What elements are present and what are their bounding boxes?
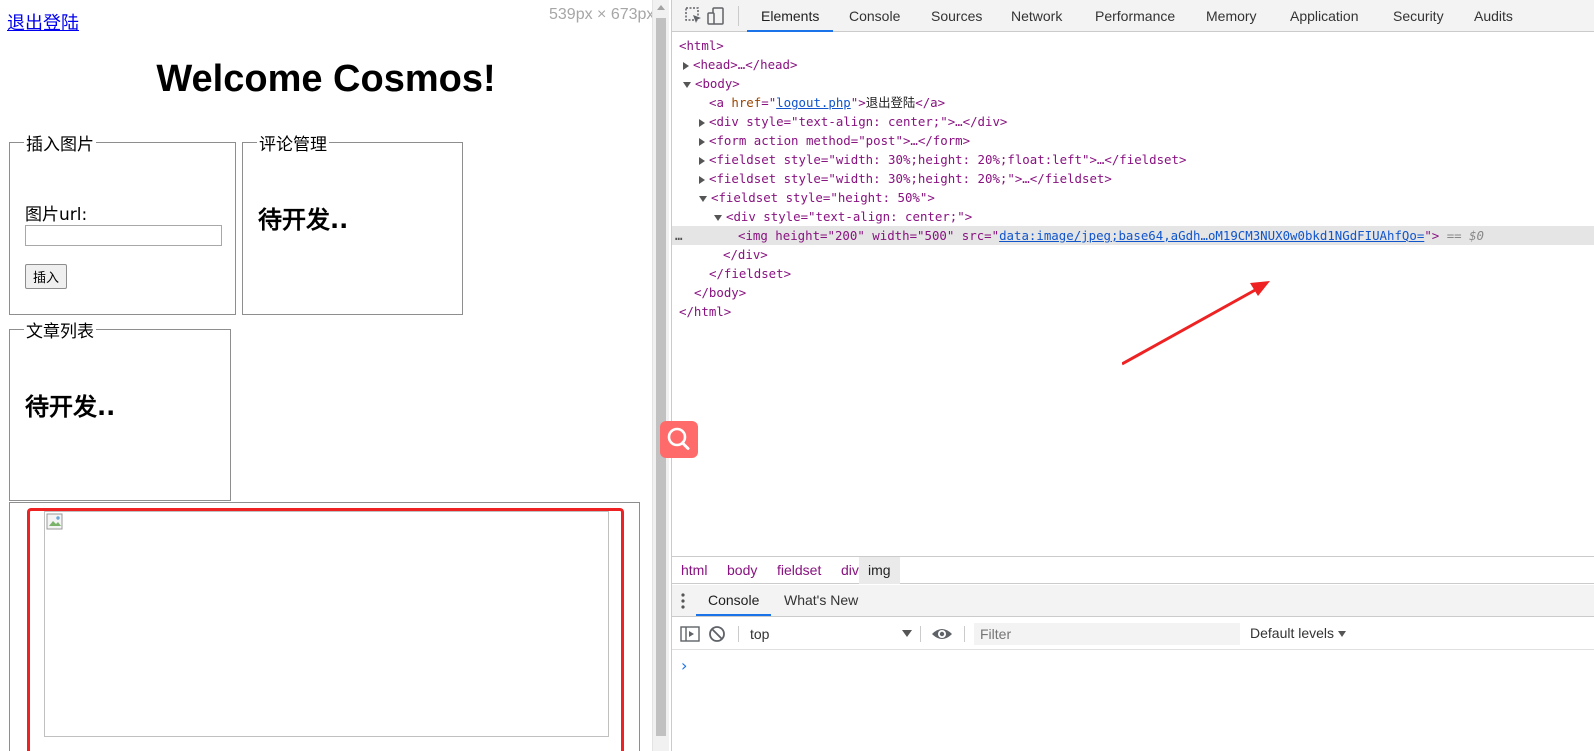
console-toolbar: top Default levels (672, 618, 1594, 650)
console-input-area[interactable]: › (672, 651, 1594, 751)
logout-link[interactable]: 退出登陆 (7, 9, 79, 35)
insert-image-fieldset: 插入图片 图片url: 插入 (9, 130, 236, 315)
tab-memory[interactable]: Memory (1192, 0, 1271, 32)
dom-node-fieldset-3[interactable]: <fieldset style="height: 50%"> (699, 188, 935, 207)
comment-pending-text: 待开发.. (258, 206, 349, 234)
collapse-arrow-icon[interactable] (683, 81, 691, 88)
img-src-link[interactable]: data:image/jpeg;base64,aGdh…oM19CM3NUX0w… (999, 228, 1424, 243)
article-list-fieldset: 文章列表 待开发.. (9, 317, 231, 501)
dom-node-fieldset-1[interactable]: <fieldset style="width: 30%;height: 20%;… (699, 150, 1186, 169)
eye-icon[interactable] (931, 626, 953, 642)
drawer-tab-whats-new[interactable]: What's New (772, 585, 870, 616)
drawer-tab-console[interactable]: Console (696, 585, 772, 616)
article-list-legend: 文章列表 (26, 322, 94, 342)
log-levels-dropdown[interactable]: Default levels (1250, 625, 1347, 641)
dom-node-inner-div[interactable]: <div style="text-align: center;"> (714, 207, 972, 226)
tab-network[interactable]: Network (997, 0, 1076, 32)
articles-pending-text: 待开发.. (25, 393, 116, 421)
scrollbar-thumb[interactable] (656, 18, 666, 736)
prompt-chevron-icon: › (681, 656, 688, 675)
dom-node-body-close[interactable]: </body> (694, 283, 746, 302)
breadcrumb-fieldset[interactable]: fieldset (768, 557, 830, 584)
breadcrumb-img[interactable]: img (859, 557, 900, 584)
href-link[interactable]: logout.php (776, 95, 851, 110)
image-url-label: 图片url: (25, 205, 88, 225)
scroll-up-arrow-icon[interactable] (657, 5, 665, 10)
floating-search-button[interactable] (660, 421, 698, 458)
dom-node-form[interactable]: <form action method="post">…</form> (699, 131, 970, 150)
dom-node-fieldset-close[interactable]: </fieldset> (709, 264, 791, 283)
devtools-toolbar: Elements Console Sources Network Perform… (672, 0, 1594, 32)
expand-arrow-icon[interactable] (699, 118, 705, 127)
welcome-heading: Welcome Cosmos! (156, 58, 496, 100)
breadcrumb-body[interactable]: body (718, 557, 766, 584)
expand-arrow-icon[interactable] (699, 137, 705, 146)
tab-application[interactable]: Application (1276, 0, 1373, 32)
chevron-down-icon (1338, 631, 1347, 638)
breadcrumb: html body fieldset div img (672, 556, 1594, 584)
dom-node-head[interactable]: <head>…</head> (683, 55, 797, 74)
chevron-down-icon (902, 630, 912, 637)
expand-arrow-icon[interactable] (683, 61, 689, 70)
collapse-arrow-icon[interactable] (714, 214, 722, 221)
dom-node-div[interactable]: <div style="text-align: center;">…</div> (699, 112, 1007, 131)
page-scrollbar[interactable] (652, 0, 669, 751)
insert-image-legend: 插入图片 (26, 135, 94, 155)
clear-console-icon[interactable] (708, 625, 726, 643)
dom-node-div-close[interactable]: </div> (723, 245, 768, 264)
elements-tree: <html> <head>…</head> <body> <a href="lo… (672, 33, 1594, 558)
tab-elements[interactable]: Elements (747, 0, 834, 32)
toolbar-separator (964, 626, 965, 642)
drawer-tabs: Console What's New (672, 585, 1594, 617)
more-options-icon[interactable]: … (675, 226, 682, 245)
red-annotation-arrow (1122, 281, 1270, 366)
filter-input[interactable] (974, 623, 1240, 645)
collapse-arrow-icon[interactable] (699, 195, 707, 202)
tab-sources[interactable]: Sources (917, 0, 996, 32)
toolbar-separator (738, 626, 739, 642)
tab-audits[interactable]: Audits (1460, 0, 1527, 32)
drawer-menu-icon[interactable] (680, 592, 686, 610)
search-icon (667, 427, 690, 450)
context-select[interactable]: top (750, 624, 914, 644)
devtools-panel: Elements Console Sources Network Perform… (672, 0, 1594, 751)
dom-node-html[interactable]: <html> (679, 36, 724, 55)
dom-node-img-selected[interactable]: … <img height="200" width="500" src="dat… (672, 226, 1594, 245)
toolbar-separator (920, 626, 921, 642)
toolbar-separator (738, 6, 739, 26)
insert-button[interactable]: 插入 (25, 264, 68, 289)
browser-viewport: 退出登陆 539px × 673px Welcome Cosmos! 插入图片 … (0, 0, 652, 751)
tab-security[interactable]: Security (1379, 0, 1458, 32)
breadcrumb-html[interactable]: html (672, 557, 716, 584)
comment-management-fieldset: 评论管理 待开发.. (242, 130, 463, 315)
tab-console[interactable]: Console (835, 0, 914, 32)
comment-management-legend: 评论管理 (259, 135, 327, 155)
dom-node-html-close[interactable]: </html> (679, 302, 731, 321)
inspect-element-icon[interactable] (684, 6, 704, 26)
dom-node-body[interactable]: <body> (683, 74, 740, 93)
dom-node-a[interactable]: <a href="logout.php">退出登陆</a> (709, 93, 945, 112)
device-toolbar-icon[interactable] (706, 6, 726, 26)
image-url-input[interactable] (25, 225, 222, 246)
dom-node-fieldset-2[interactable]: <fieldset style="width: 30%;height: 20%;… (699, 169, 1112, 188)
expand-arrow-icon[interactable] (699, 156, 705, 165)
tab-performance[interactable]: Performance (1081, 0, 1189, 32)
expand-arrow-icon[interactable] (699, 175, 705, 184)
red-highlight-box (27, 508, 624, 751)
viewport-dimensions-label: 539px × 673px (549, 6, 652, 23)
console-sidebar-icon[interactable] (680, 625, 700, 643)
